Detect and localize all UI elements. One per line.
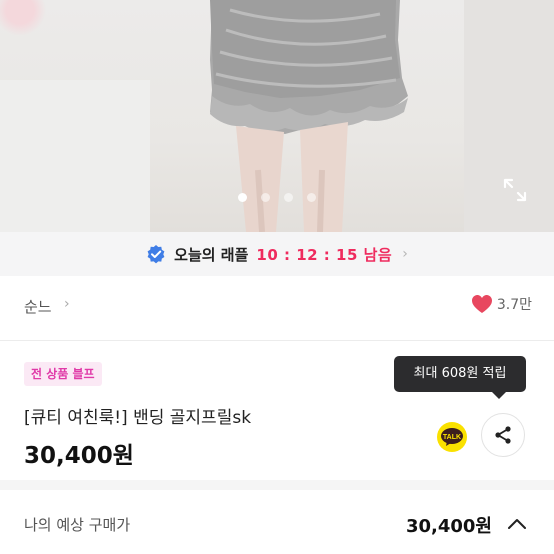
- share-icon: [495, 426, 511, 444]
- points-tooltip: 최대 608원 적립: [394, 356, 526, 399]
- like-button[interactable]: 3.7만: [471, 294, 532, 314]
- kakao-label: TALK: [443, 434, 461, 441]
- gallery-pagination: [0, 193, 554, 202]
- expand-icon[interactable]: [502, 177, 528, 203]
- section-band: [0, 480, 554, 490]
- estimated-price-label: 나의 예상 구매가: [24, 516, 131, 534]
- estimated-price-value: 30,400원: [405, 516, 492, 537]
- heart-icon: [471, 295, 492, 313]
- chevron-right-icon: ›: [64, 296, 70, 312]
- promo-tag: 전 상품 블프: [24, 362, 102, 386]
- gallery-dot[interactable]: [261, 193, 270, 202]
- raffle-label: 오늘의 래플: [174, 245, 249, 264]
- raffle-timer: 10 : 12 : 15 남음: [256, 245, 393, 264]
- chevron-right-icon: ›: [402, 246, 408, 262]
- product-title: [큐티 여친룩!] 밴딩 골지프릴sk: [24, 408, 252, 428]
- chevron-up-icon[interactable]: [506, 516, 528, 532]
- raffle-banner[interactable]: 오늘의 래플 10 : 12 : 15 남음 ›: [0, 232, 554, 276]
- product-price: 30,400원: [24, 443, 134, 469]
- gallery-dot[interactable]: [307, 193, 316, 202]
- shop-row: 순느 › 3.7만: [0, 284, 554, 328]
- verified-badge-icon: [147, 245, 165, 264]
- estimated-price-row[interactable]: 나의 예상 구매가 30,400원: [0, 490, 554, 554]
- gallery-dot[interactable]: [238, 193, 247, 202]
- share-button[interactable]: [481, 413, 525, 457]
- kakaotalk-share-icon[interactable]: TALK: [437, 422, 467, 452]
- shop-name-link[interactable]: 순느: [24, 296, 52, 317]
- product-image-gallery[interactable]: [0, 0, 554, 232]
- gallery-dot[interactable]: [284, 193, 293, 202]
- section-divider: [0, 340, 554, 341]
- like-count: 3.7만: [496, 297, 532, 313]
